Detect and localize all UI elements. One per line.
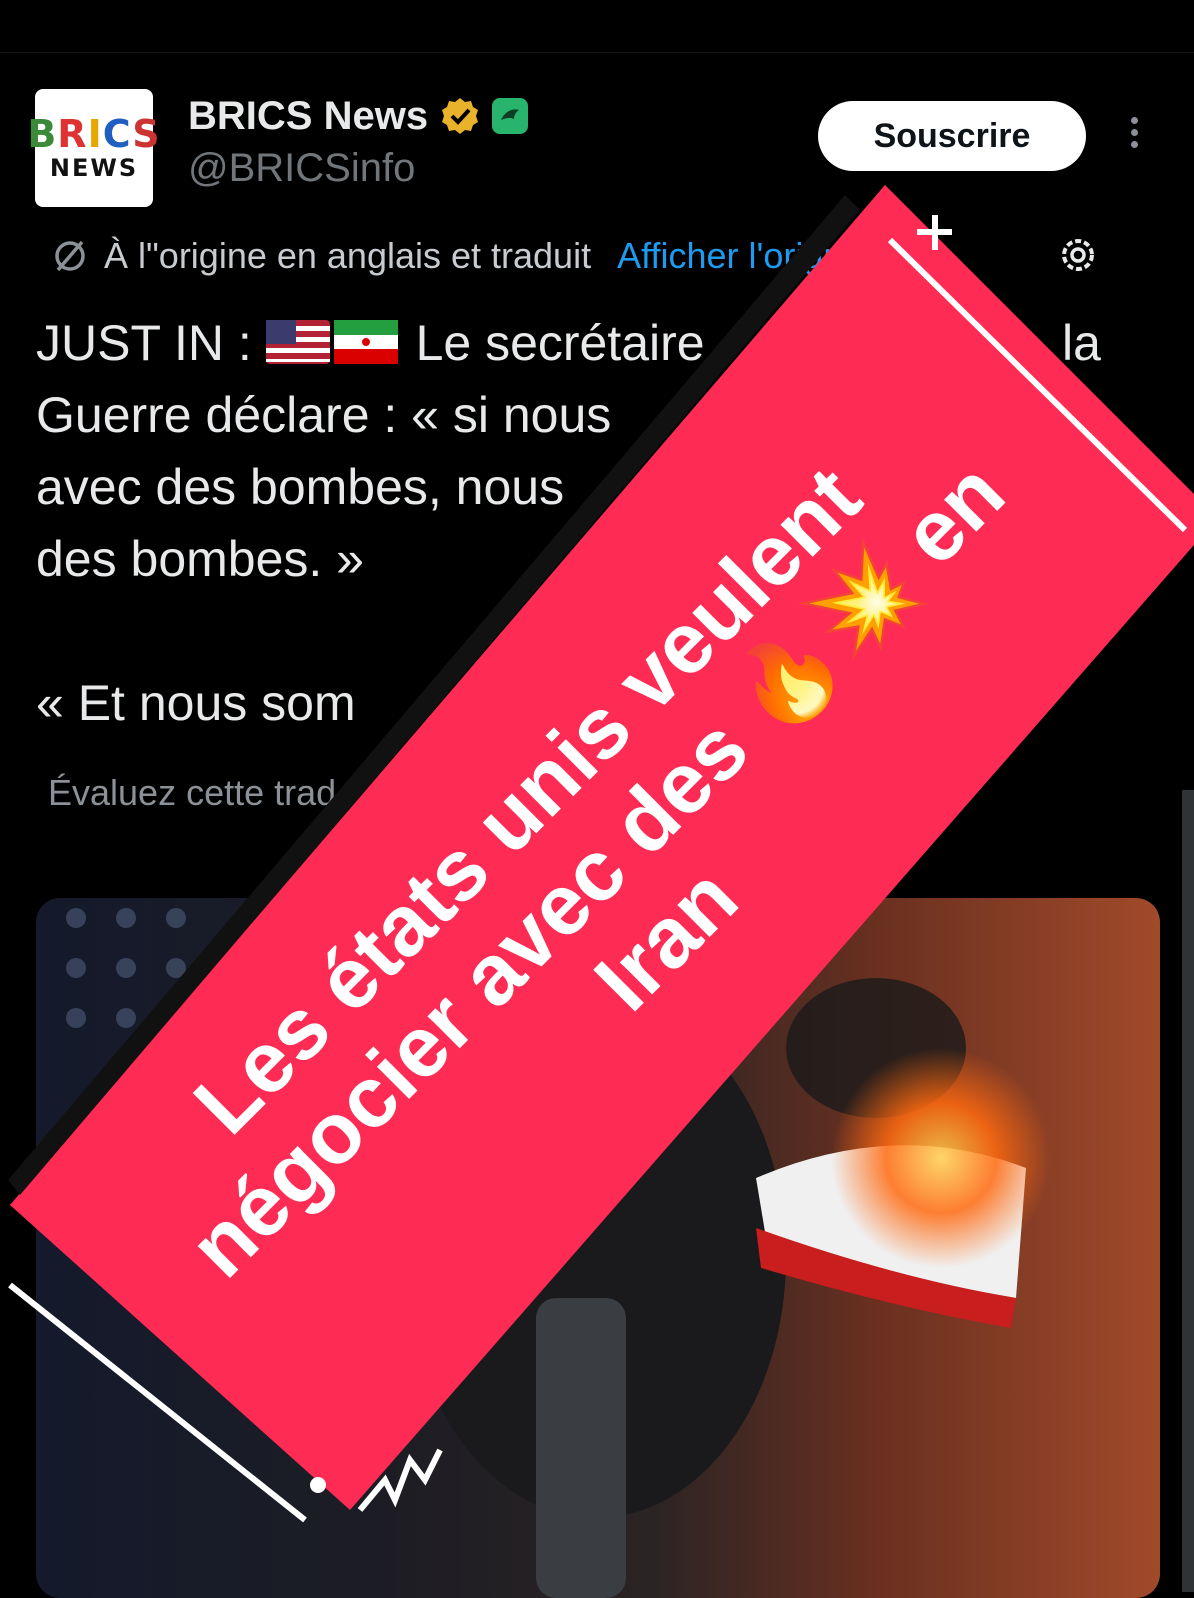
post-line-1-rest: Le secrétaire [401,315,705,371]
rate-translation-link[interactable]: Évaluez cette trad [48,772,336,814]
subscribe-button[interactable]: Souscrire [818,101,1086,171]
post-line-3: avec des bombes, nous [36,459,565,515]
avatar[interactable]: BRICS NEWS [27,89,160,207]
avatar-logo-news: NEWS [49,154,139,182]
translate-icon [55,240,85,272]
translation-notice: À l"origine en anglais et traduit Affich… [50,228,1170,284]
account-name[interactable]: BRICS News [188,94,428,139]
top-bar [0,0,1194,53]
scrollbar[interactable] [1182,790,1194,1592]
affiliate-badge-icon[interactable] [492,98,529,134]
post-line-4: des bombes. » [36,531,364,587]
settings-gear-icon[interactable] [1055,232,1101,278]
dot-icon [310,1477,326,1493]
iran-flag-icon [333,320,398,364]
more-icon[interactable] [1124,112,1144,160]
account-handle[interactable]: @BRICSinfo [188,146,415,191]
translation-note: À l"origine en anglais et traduit [104,235,592,276]
post-line-1: JUST IN : Le secrétaire la [36,315,1101,371]
verified-badge-icon[interactable] [440,96,480,136]
account-name-row: BRICS News [188,88,529,144]
us-flag-icon [265,320,330,364]
post-line-2: Guerre déclare : « si nous [36,387,612,443]
post-line-5: « Et nous som [36,675,356,731]
avatar-logo-brics: BRICS [27,112,161,156]
post-line-1-prefix: JUST IN : [36,315,266,371]
